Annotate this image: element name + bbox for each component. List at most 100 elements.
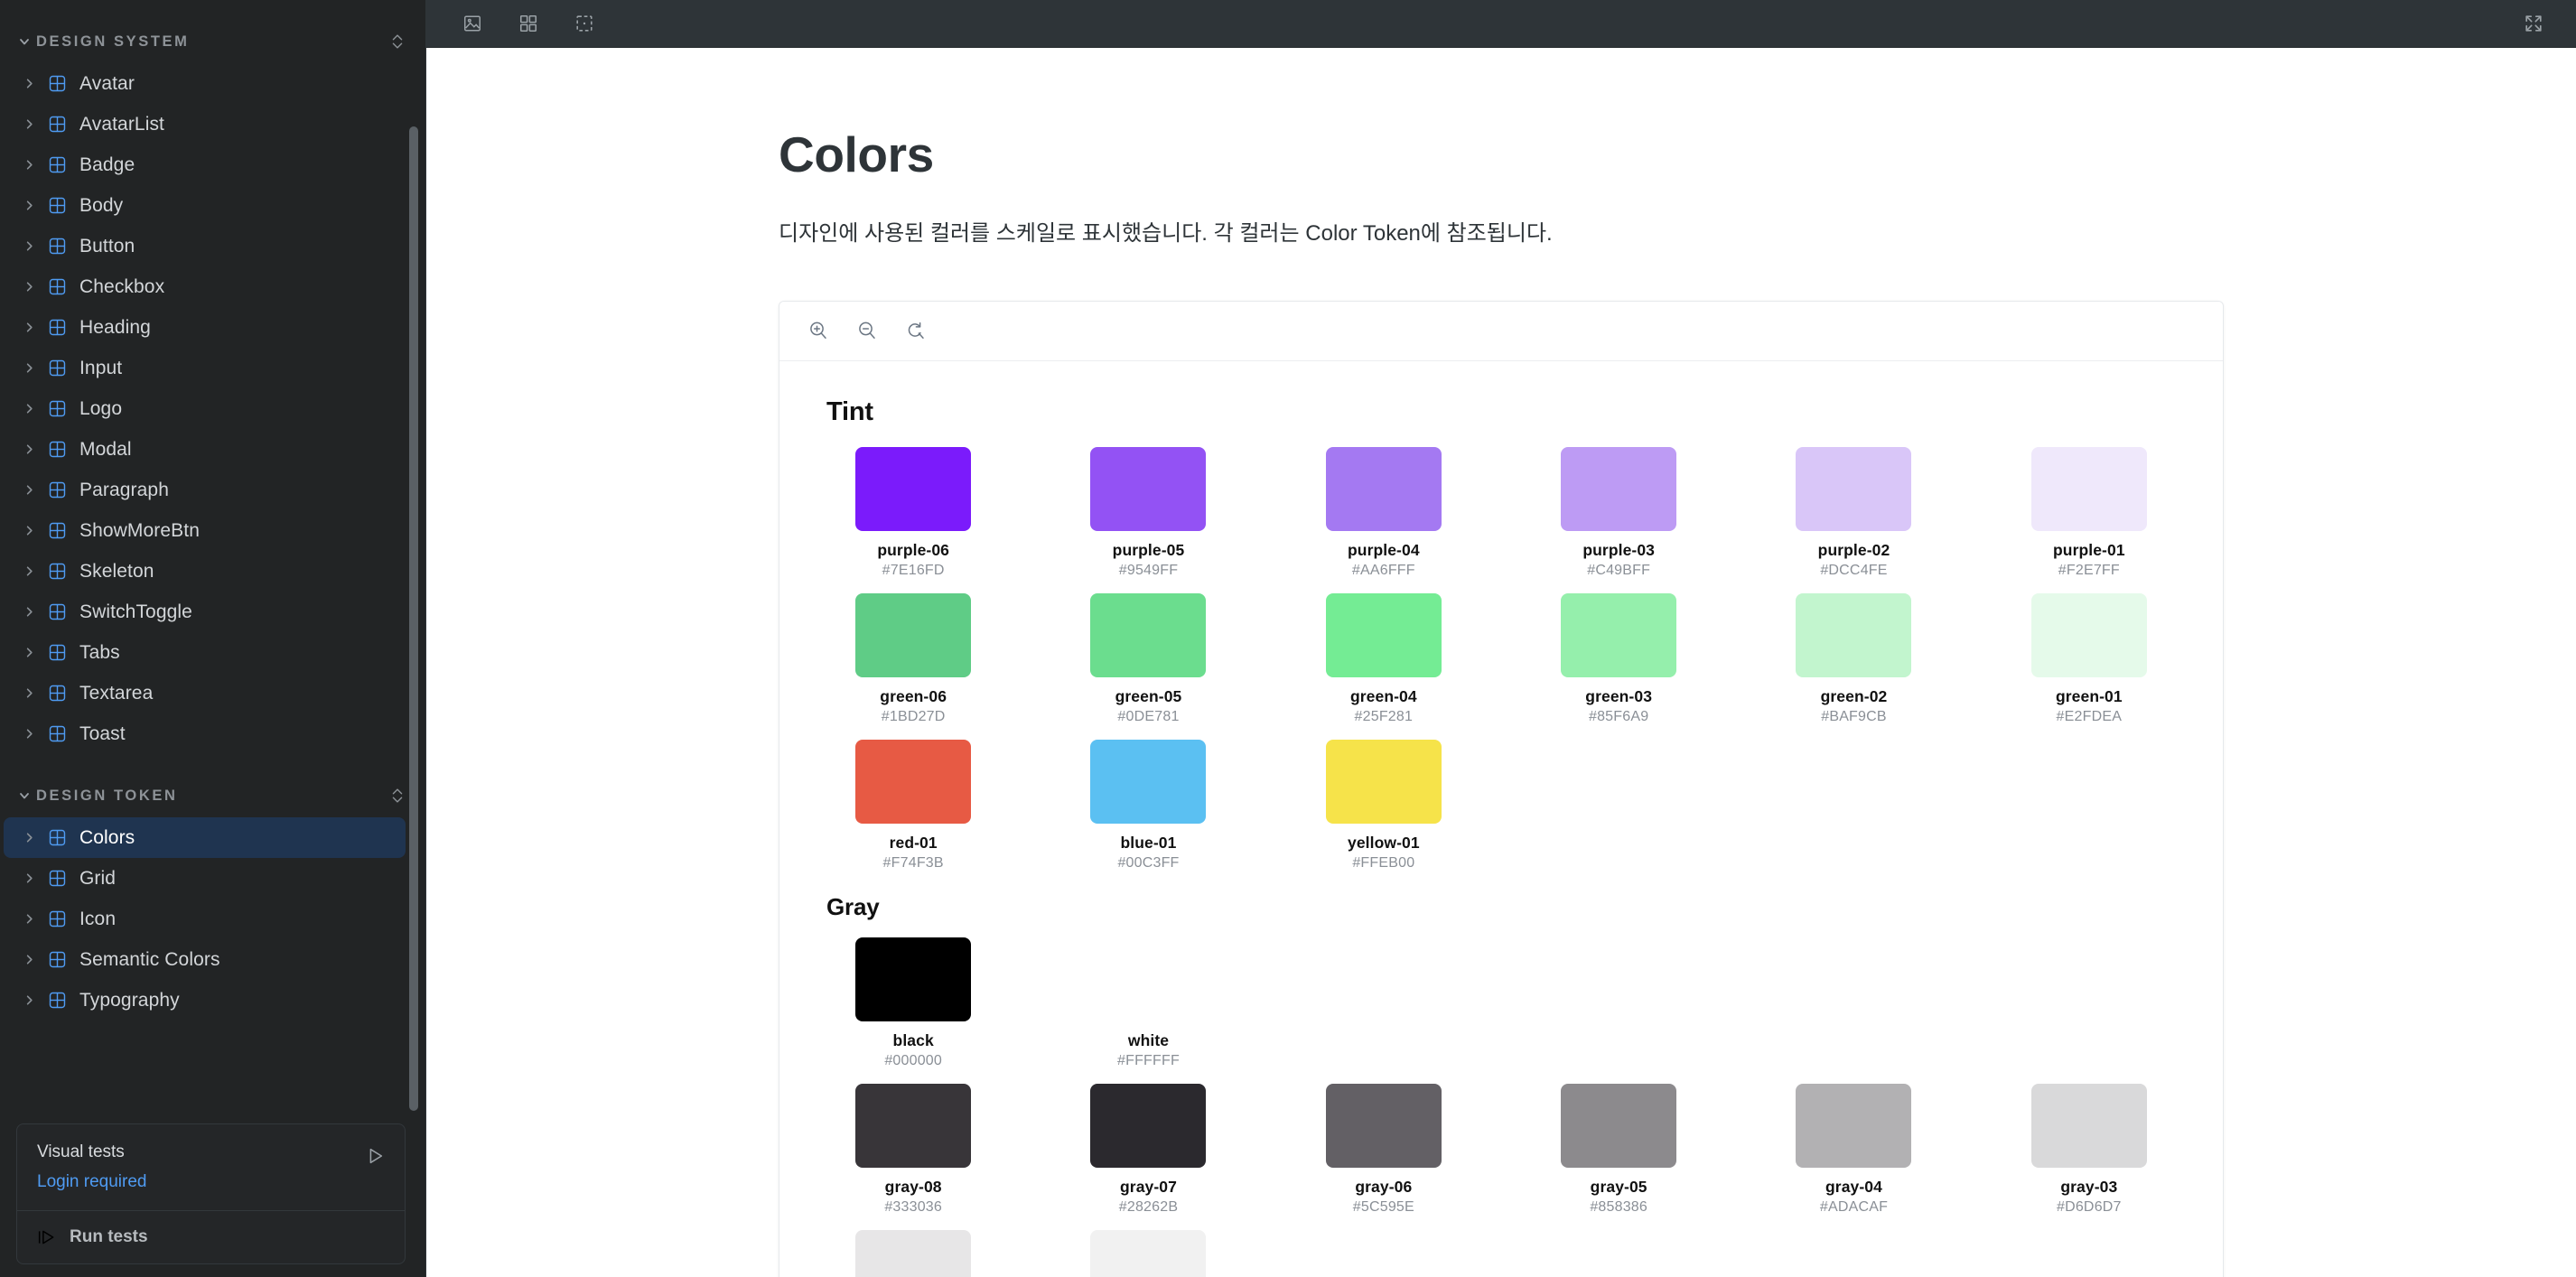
swatch-name: gray-07 xyxy=(1120,1177,1177,1196)
sidebar-item-label: Modal xyxy=(79,438,132,460)
sidebar-item-label: Skeleton xyxy=(79,560,154,582)
color-swatch-green-05: green-05 #0DE781 xyxy=(1031,592,1265,740)
chevron-right-icon[interactable] xyxy=(16,77,42,90)
swatch-name: black xyxy=(892,1030,934,1049)
sidebar-item-showmorebtn[interactable]: ShowMoreBtn xyxy=(4,510,406,551)
swatch-chip xyxy=(1090,446,1207,531)
chevron-right-icon[interactable] xyxy=(16,117,42,131)
sidebar-item-switchtoggle[interactable]: SwitchToggle xyxy=(4,592,406,632)
sidebar-item-textarea[interactable]: Textarea xyxy=(4,673,406,713)
chevron-right-icon[interactable] xyxy=(16,158,42,172)
image-icon[interactable] xyxy=(453,5,491,42)
run-tests-button[interactable]: Run tests xyxy=(17,1211,405,1263)
measure-icon[interactable] xyxy=(565,5,603,42)
color-swatch-gray-05: gray-05 #858386 xyxy=(1501,1083,1736,1230)
swatch-name: green-03 xyxy=(1585,686,1653,705)
sidebar-item-avatarlist[interactable]: AvatarList xyxy=(4,104,406,144)
chevron-right-icon[interactable] xyxy=(16,361,42,375)
chevron-right-icon[interactable] xyxy=(16,646,42,659)
swatch-hex: #858386 xyxy=(1590,1198,1648,1215)
component-grid-icon xyxy=(42,75,72,92)
login-required-link[interactable]: Login required xyxy=(37,1172,365,1192)
chevron-right-icon[interactable] xyxy=(16,872,42,885)
chevron-right-icon[interactable] xyxy=(16,912,42,926)
sidebar-item-tabs[interactable]: Tabs xyxy=(4,632,406,673)
sidebar-item-colors[interactable]: Colors xyxy=(4,817,406,858)
sidebar-item-heading[interactable]: Heading xyxy=(4,307,406,348)
color-scale-story: Tint purple-06 #7E16FD purple-05 #9549FF purp… xyxy=(779,360,2223,1277)
sidebar-scroll-area[interactable]: DESIGN SYSTEM Avatar AvatarList Badge Body Bu… xyxy=(0,0,425,1123)
sidebar-item-toast[interactable]: Toast xyxy=(4,713,406,754)
chevron-right-icon[interactable] xyxy=(16,727,42,741)
color-swatch-purple-02: purple-02 #DCC4FE xyxy=(1736,446,1971,593)
chevron-right-icon[interactable] xyxy=(16,524,42,537)
sidebar-item-avatar[interactable]: Avatar xyxy=(4,63,406,104)
chevron-right-icon[interactable] xyxy=(16,564,42,578)
chevron-right-icon[interactable] xyxy=(16,686,42,700)
sidebar-scrollbar[interactable] xyxy=(409,126,418,1111)
swatch-name: purple-03 xyxy=(1582,540,1655,559)
chevron-right-icon[interactable] xyxy=(16,280,42,294)
swatch-name: green-02 xyxy=(1820,686,1888,705)
sidebar-item-icon[interactable]: Icon xyxy=(4,899,406,939)
sidebar-item-paragraph[interactable]: Paragraph xyxy=(4,470,406,510)
sidebar-item-input[interactable]: Input xyxy=(4,348,406,388)
sidebar-item-logo[interactable]: Logo xyxy=(4,388,406,429)
chevron-right-icon[interactable] xyxy=(16,321,42,334)
color-swatch-purple-04: purple-04 #AA6FFF xyxy=(1266,446,1501,593)
zoom-in-icon[interactable] xyxy=(798,310,839,351)
play-triangle-icon[interactable] xyxy=(365,1142,385,1166)
sidebar-item-checkbox[interactable]: Checkbox xyxy=(4,266,406,307)
swatch-hex: #F74F3B xyxy=(882,854,944,871)
component-grid-icon xyxy=(42,441,72,458)
sidebar-item-typography[interactable]: Typography xyxy=(4,980,406,1021)
chevron-down-icon[interactable] xyxy=(13,788,36,803)
color-swatch-purple-03: purple-03 #C49BFF xyxy=(1501,446,1736,593)
main-area: Colors 디자인에 사용된 컬러를 스케일로 표시했습니다. 각 컬러는 C… xyxy=(426,0,2576,1277)
zoom-out-icon[interactable] xyxy=(846,310,888,351)
zoom-reset-icon[interactable] xyxy=(895,310,937,351)
chevron-right-icon[interactable] xyxy=(16,402,42,415)
swatch-name: gray-03 xyxy=(2060,1177,2118,1196)
chevron-right-icon[interactable] xyxy=(16,993,42,1007)
swatch-chip xyxy=(1325,592,1442,677)
sort-updown-icon[interactable] xyxy=(389,786,406,806)
swatch-chip xyxy=(1090,739,1207,824)
swatch-chip xyxy=(855,937,972,1021)
sidebar-item-skeleton[interactable]: Skeleton xyxy=(4,551,406,592)
sidebar-item-button[interactable]: Button xyxy=(4,226,406,266)
sidebar-item-badge[interactable]: Badge xyxy=(4,144,406,185)
sidebar-item-body[interactable]: Body xyxy=(4,185,406,226)
page-title: Colors xyxy=(779,126,934,182)
swatch-hex: #25F281 xyxy=(1354,708,1414,724)
swatch-name: green-05 xyxy=(1115,686,1182,705)
chevron-right-icon[interactable] xyxy=(16,483,42,497)
chevron-right-icon[interactable] xyxy=(16,605,42,619)
grid-icon[interactable] xyxy=(509,5,547,42)
swatch-hex: #85F6A9 xyxy=(1588,708,1649,724)
sidebar-item-modal[interactable]: Modal xyxy=(4,429,406,470)
sidebar-item-label: Textarea xyxy=(79,682,154,704)
chevron-right-icon[interactable] xyxy=(16,831,42,844)
sort-updown-icon[interactable] xyxy=(389,32,406,51)
color-swatch-purple-05: purple-05 #9549FF xyxy=(1031,446,1265,593)
expand-arrows-icon[interactable] xyxy=(2515,5,2553,42)
preview-toolbar xyxy=(426,0,2576,48)
swatch-row: purple-06 #7E16FD purple-05 #9549FF purple-0… xyxy=(779,446,2223,593)
chevron-down-icon[interactable] xyxy=(13,34,36,49)
visual-tests-header: Visual tests Login required xyxy=(17,1124,405,1211)
chevron-right-icon[interactable] xyxy=(16,953,42,966)
swatch-hex: #000000 xyxy=(884,1052,943,1068)
chevron-right-icon[interactable] xyxy=(16,239,42,253)
sidebar-item-grid[interactable]: Grid xyxy=(4,858,406,899)
sidebar-item-label: Icon xyxy=(79,908,117,929)
color-swatch-gray-01: gray-01#F5F5F5 xyxy=(1031,1229,1265,1277)
sidebar-section-header[interactable]: DESIGN SYSTEM xyxy=(0,20,425,63)
sidebar-item-semantic-colors[interactable]: Semantic Colors xyxy=(4,939,406,980)
swatch-chip xyxy=(2030,1083,2147,1168)
sidebar-section-header[interactable]: DESIGN TOKEN xyxy=(0,774,425,817)
chevron-right-icon[interactable] xyxy=(16,443,42,456)
swatch-hex: #D6D6D7 xyxy=(2056,1198,2122,1215)
swatch-chip xyxy=(1325,446,1442,531)
chevron-right-icon[interactable] xyxy=(16,199,42,212)
